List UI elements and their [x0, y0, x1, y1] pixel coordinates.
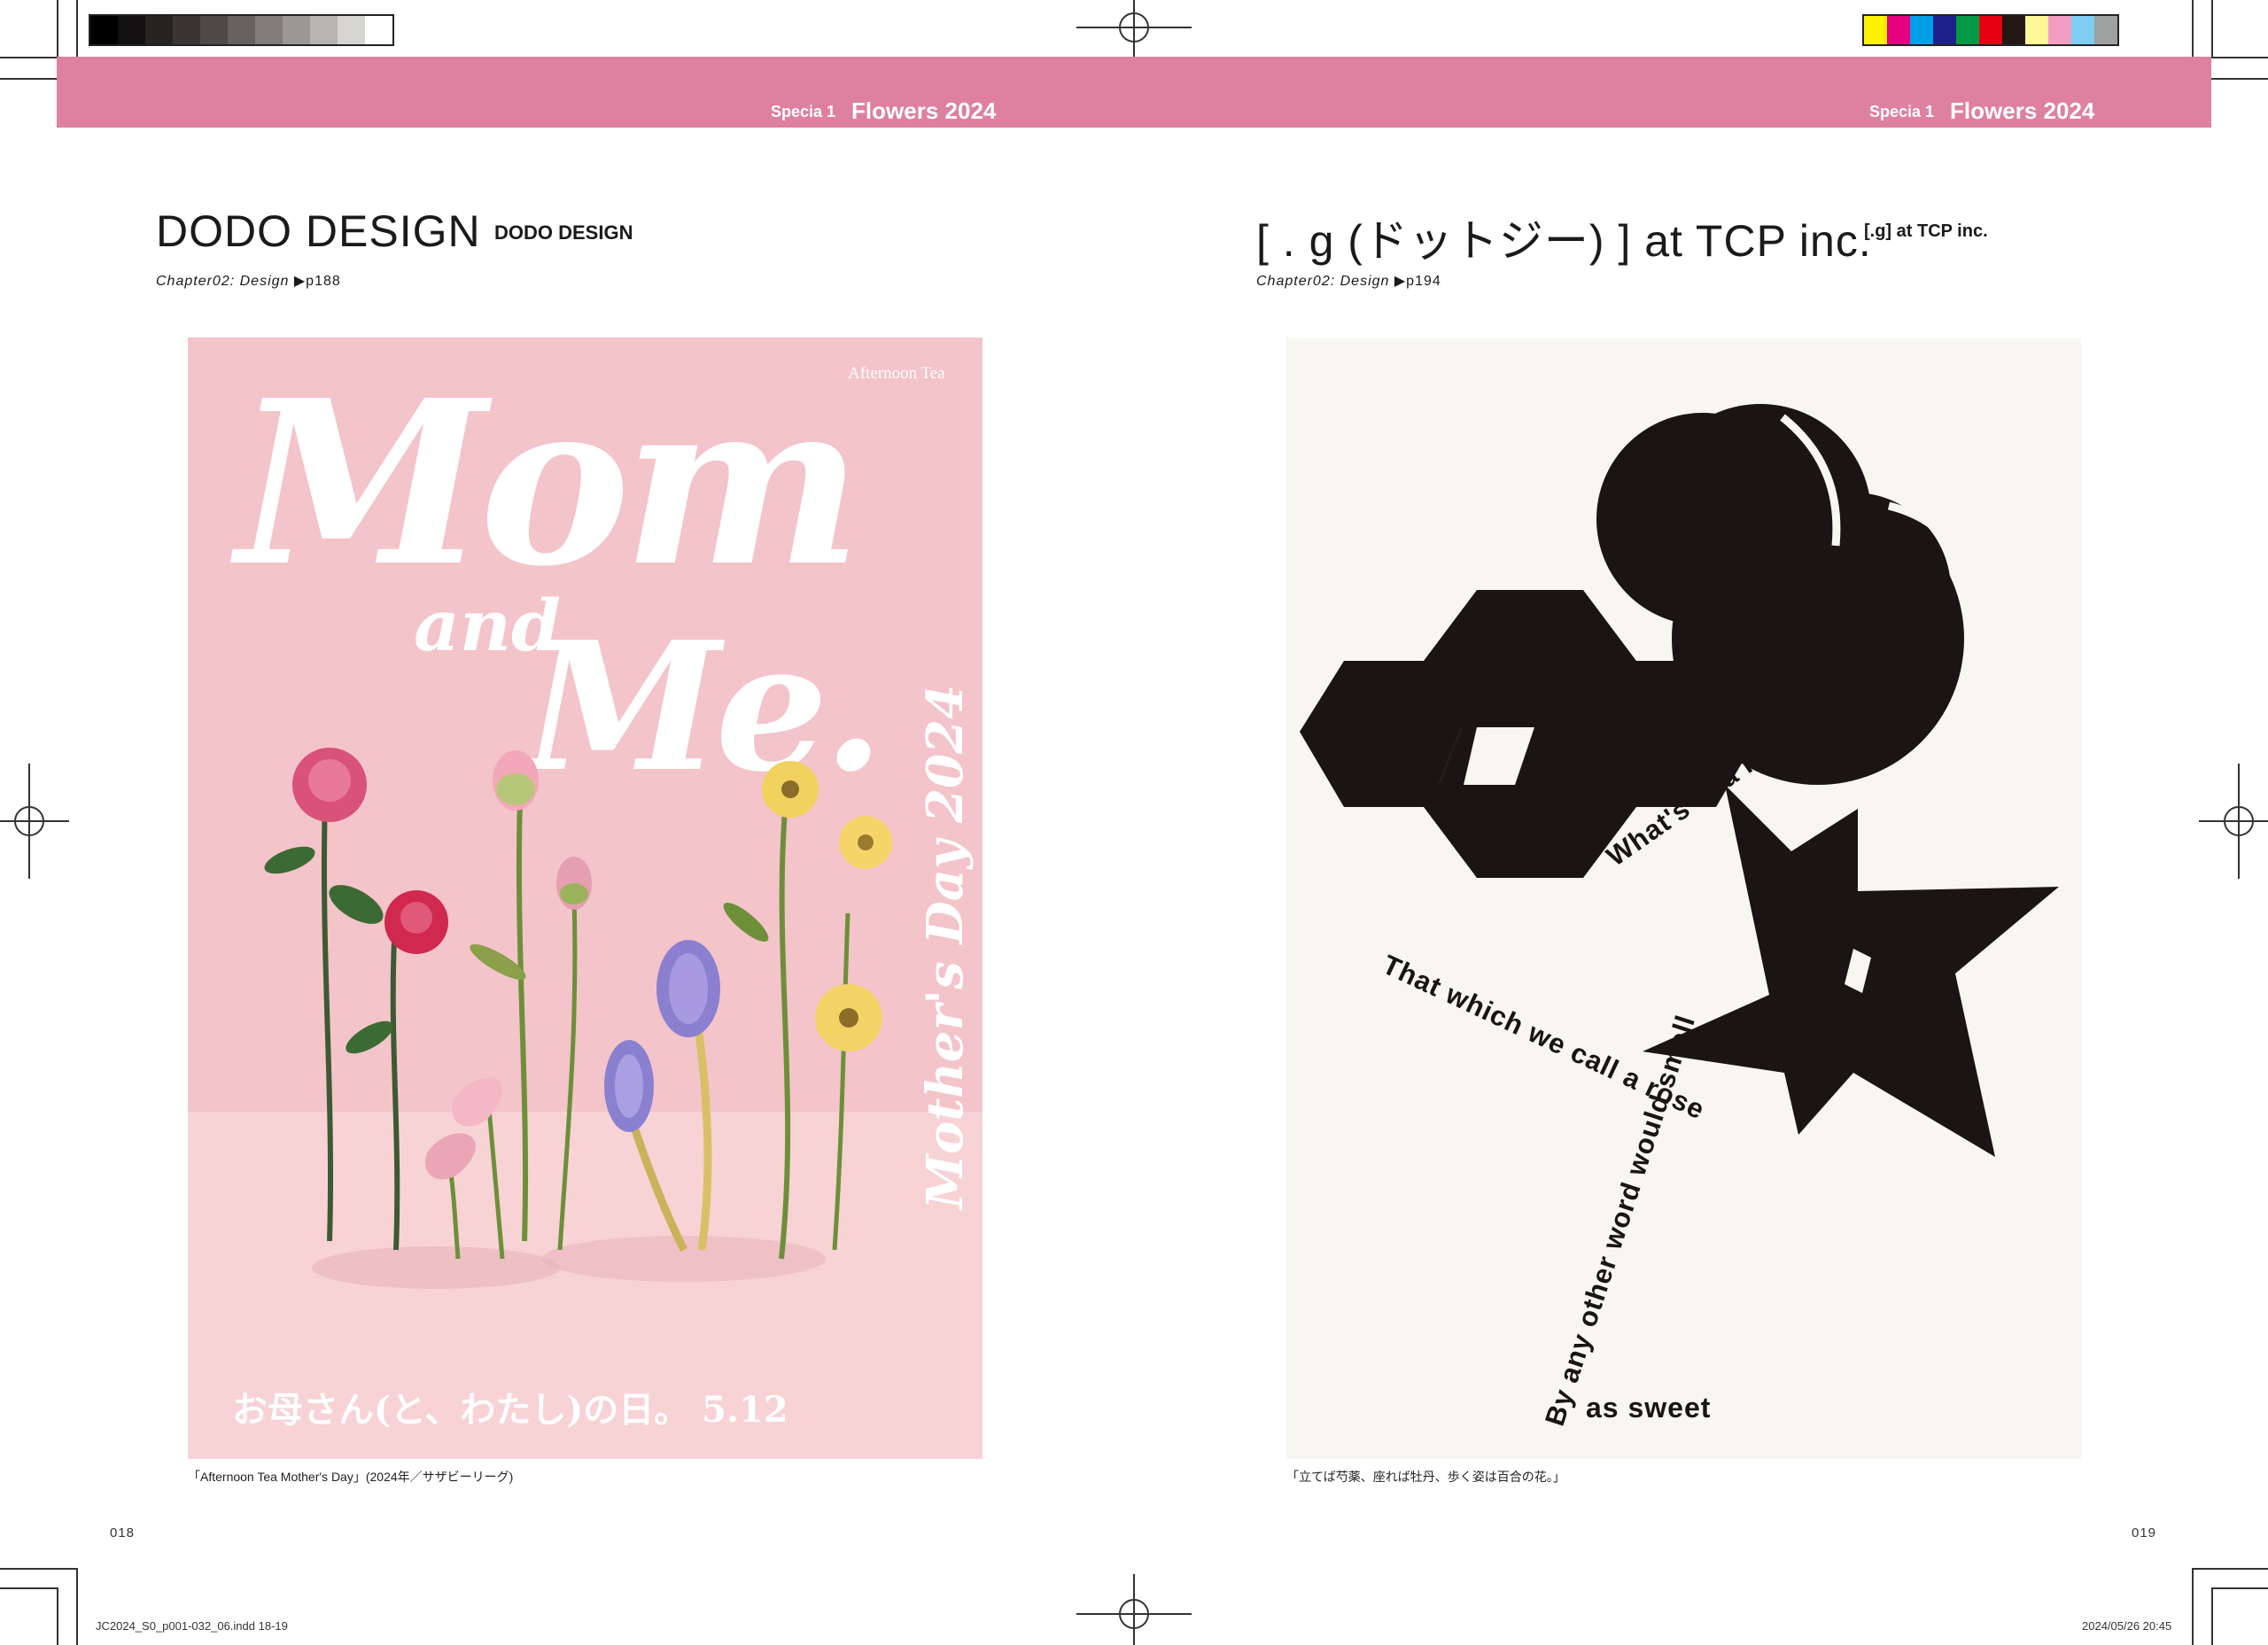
crop-mark	[0, 1568, 76, 1570]
crop-mark	[57, 0, 58, 57]
grey-swatch	[283, 16, 310, 44]
grey-swatch	[173, 16, 200, 44]
grey-swatch	[145, 16, 173, 44]
mothers-day-poster: Afternoon Tea Mom and Me. Mother's Day 2…	[188, 338, 983, 1459]
crop-mark	[2192, 1568, 2268, 1570]
page-reference: ▶︎p188	[293, 274, 341, 289]
color-swatch	[2002, 16, 2025, 44]
grey-swatch	[338, 16, 365, 44]
color-swatch	[1887, 16, 1910, 44]
section-title: Flowers 2024	[851, 97, 997, 124]
section-label: Specia 1	[771, 103, 836, 120]
grey-swatch	[365, 16, 392, 44]
left-page-subtitle: DODO DESIGN	[494, 221, 633, 244]
color-swatch	[1910, 16, 1933, 44]
color-swatch	[1979, 16, 2002, 44]
registration-mark-right	[2199, 764, 2268, 879]
crop-mark	[2192, 1568, 2194, 1645]
crop-mark	[0, 57, 57, 58]
left-page-number: 018	[110, 1525, 136, 1540]
color-swatch	[1956, 16, 1979, 44]
grey-swatch	[255, 16, 283, 44]
flower-shapes-illustration	[1300, 404, 2059, 1157]
flower-shapes-poster: What's in a name? That which we call a r…	[1286, 338, 2081, 1459]
crop-mark	[57, 1587, 58, 1645]
section-label: Specia 1	[1869, 103, 1935, 120]
right-page-title: [ . g (ドットジー) ] at TCP inc.	[1256, 216, 1872, 266]
crop-mark	[2211, 1587, 2268, 1589]
section-title: Flowers 2024	[1950, 97, 2095, 124]
right-page-subtitle: [.g] at TCP inc.	[1864, 221, 1988, 241]
chapter-label: Chapter02: Design	[156, 274, 290, 289]
right-caption: 「立てば芍薬、座れば牡丹、歩く姿は百合の花。」	[1286, 1470, 1565, 1484]
color-swatch	[1933, 16, 1956, 44]
crop-mark	[0, 1587, 57, 1589]
left-page-title: DODO DESIGN	[156, 206, 481, 256]
crop-mark	[2211, 1587, 2213, 1645]
grey-swatch	[118, 16, 145, 44]
grey-swatch	[310, 16, 338, 44]
left-caption: 「Afternoon Tea Mother's Day」(2024年／サザビーリ…	[188, 1470, 514, 1484]
flowers-illustration	[264, 748, 892, 1289]
registration-mark-bottom	[1076, 1574, 1192, 1645]
color-control-bar	[1862, 14, 2119, 46]
color-swatch	[2025, 16, 2048, 44]
crop-mark	[76, 1568, 78, 1645]
poem-line-4: as sweet	[1586, 1392, 1712, 1424]
color-swatch	[2094, 16, 2117, 44]
grey-scale-bar	[89, 14, 394, 46]
chapter-label: Chapter02: Design	[1256, 274, 1390, 289]
file-slug: JC2024_S0_p001-032_06.indd 18-19	[96, 1619, 288, 1633]
right-page-number: 019	[2132, 1525, 2157, 1540]
left-chapter-ref: Chapter02: Design ▶︎p188	[156, 272, 341, 290]
page-reference: ▶︎p194	[1394, 274, 1441, 289]
color-swatch	[2048, 16, 2071, 44]
right-chapter-ref: Chapter02: Design ▶︎p194	[1256, 272, 1441, 290]
crop-mark	[2211, 57, 2268, 58]
running-header-left: Specia 1 Flowers 2024	[771, 97, 996, 125]
crop-mark	[2211, 0, 2213, 57]
color-swatch	[2071, 16, 2094, 44]
registration-mark-left	[0, 764, 69, 879]
grey-swatch	[228, 16, 255, 44]
running-header-right: Specia 1 Flowers 2024	[1869, 97, 2094, 125]
grey-swatch	[200, 16, 228, 44]
color-swatch	[1864, 16, 1887, 44]
grey-swatch	[90, 16, 118, 44]
datetime-slug: 2024/05/26 20:45	[2082, 1619, 2172, 1633]
